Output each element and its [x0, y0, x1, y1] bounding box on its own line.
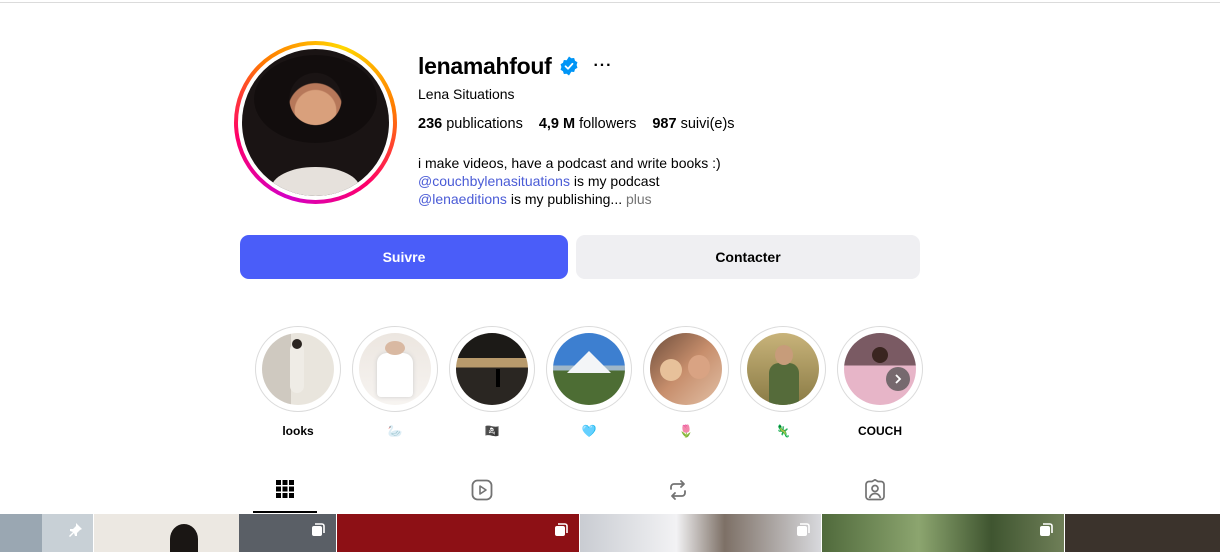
highlight-label: 🦢 [387, 424, 403, 438]
grid-post[interactable] [1065, 514, 1220, 552]
highlight-label: looks [282, 424, 314, 438]
highlight-item[interactable]: 🩵 [546, 326, 632, 439]
followers-stat[interactable]: 4,9 M followers [539, 116, 637, 132]
highlight-item[interactable]: 🌷 [643, 326, 729, 439]
story-highlights: looks 🦢 🏴‍☠️ 🩵 🌷 🦎 [255, 326, 935, 438]
highlight-label: COUCH [858, 424, 902, 438]
grid-post[interactable] [93, 514, 336, 552]
bio-line: @couchbylenasituations is my podcast [418, 173, 660, 189]
repost-icon [670, 479, 686, 500]
pin-icon [68, 523, 82, 537]
following-stat[interactable]: 987 suivi(e)s [652, 116, 734, 132]
bio-line: @lenaeditions is my publishing... plus [418, 191, 652, 207]
highlight-label: 🩵 [581, 424, 597, 438]
grid-post[interactable] [579, 514, 822, 552]
bio-more-link[interactable]: plus [626, 191, 652, 207]
reels-icon [471, 479, 493, 500]
tagged-tab[interactable] [843, 466, 907, 513]
username: lenamahfouf [418, 52, 552, 79]
carousel-icon [554, 523, 568, 536]
highlight-item[interactable]: 🏴‍☠️ [449, 326, 535, 439]
top-divider [0, 2, 1220, 3]
podcast-link[interactable]: @couchbylenasituations [418, 173, 570, 189]
grid-post[interactable] [822, 514, 1065, 552]
highlight-label: 🦎 [775, 424, 791, 438]
more-options-button[interactable]: ··· [593, 58, 612, 74]
profile-tabs [240, 466, 920, 514]
bio: i make videos, have a podcast and write … [418, 154, 721, 208]
carousel-icon [311, 523, 325, 536]
tagged-icon [865, 478, 885, 500]
highlight-item[interactable]: 🦎 [740, 326, 826, 439]
grid-icon [276, 479, 294, 498]
avatar-photo [242, 49, 389, 196]
highlight-label: 🌷 [678, 424, 694, 438]
grid-post[interactable] [336, 514, 579, 552]
grid-post[interactable] [0, 514, 93, 552]
full-name: Lena Situations [418, 86, 515, 102]
username-row: lenamahfouf ··· [418, 53, 612, 79]
follow-button[interactable]: Suivre [240, 235, 568, 279]
contact-button[interactable]: Contacter [576, 235, 920, 279]
profile-stats: 236 publications 4,9 M followers 987 sui… [418, 116, 735, 132]
reels-tab[interactable] [450, 466, 514, 513]
carousel-icon [797, 523, 811, 536]
publishing-link[interactable]: @lenaeditions [418, 191, 507, 207]
highlight-item[interactable]: looks [255, 326, 341, 439]
highlight-item[interactable]: 🦢 [352, 326, 438, 439]
carousel-icon [1040, 523, 1053, 536]
highlights-next-button[interactable] [886, 367, 910, 391]
highlight-item[interactable]: COUCH [837, 326, 923, 439]
chevron-right-icon [895, 374, 902, 384]
highlight-label: 🏴‍☠️ [484, 424, 500, 438]
bio-line: i make videos, have a podcast and write … [418, 155, 721, 171]
posts-stat: 236 publications [418, 116, 523, 132]
verified-badge-icon [560, 56, 578, 76]
posts-grid [0, 514, 1220, 552]
profile-avatar[interactable] [234, 41, 397, 204]
posts-tab[interactable] [253, 466, 317, 513]
reposts-tab[interactable] [646, 466, 710, 513]
